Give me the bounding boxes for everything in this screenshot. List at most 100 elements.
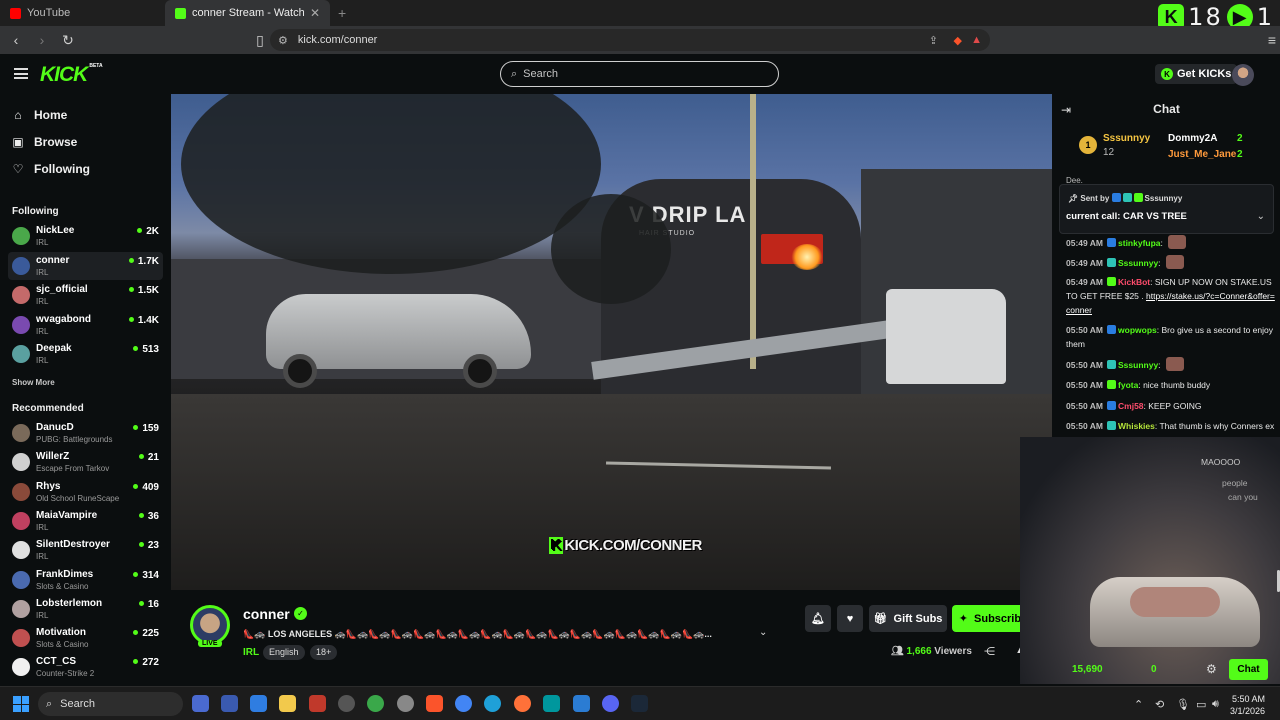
video-pole xyxy=(750,94,756,369)
sidebar-nav-following[interactable]: ♡ Following xyxy=(12,162,90,176)
widgets-icon[interactable] xyxy=(221,695,238,712)
taskbar-search[interactable]: ⌕ Search xyxy=(38,692,183,716)
video-tow-truck xyxy=(886,289,1006,384)
sidebar-channel-deepak[interactable]: Deepak IRL 513 xyxy=(8,340,163,368)
chat-username[interactable]: Whiskies xyxy=(1118,421,1155,431)
sidebar-channel-motivation[interactable]: Motivation Slots & Casino 225 xyxy=(8,624,163,652)
chat-username[interactable]: Sssunnyy xyxy=(1118,258,1158,268)
task-view-icon[interactable] xyxy=(192,695,209,712)
sidebar-channel-danucd[interactable]: DanucD PUBG: Battlegrounds 159 xyxy=(8,419,163,447)
new-tab-button[interactable]: + xyxy=(338,5,346,21)
steam-icon[interactable] xyxy=(631,695,648,712)
video-player[interactable]: V DRIP LA HAIR STUDIO KKICK.COM/CONNER xyxy=(171,94,1052,590)
gift-subs-button[interactable]: 🎁︎ Gift Subs xyxy=(869,605,947,632)
leaderboard-top-name[interactable]: Sssunnyy xyxy=(1103,133,1150,144)
share-icon[interactable]: ⇪ xyxy=(929,34,938,47)
chat-send-button[interactable]: Chat xyxy=(1229,659,1268,680)
address-bar[interactable]: ⚙ kick.com/conner ⇪ ◆ ▲ xyxy=(270,29,990,51)
reload-icon[interactable]: ↻ xyxy=(58,32,78,49)
chat-username[interactable]: wopwops xyxy=(1118,325,1157,335)
tag-language[interactable]: English xyxy=(263,645,305,660)
sidebar-nav-browse[interactable]: ▣ Browse xyxy=(12,135,77,149)
windows-start-icon[interactable] xyxy=(13,696,29,712)
chat-username[interactable]: KickBot xyxy=(1118,277,1150,287)
voice-app-icon[interactable] xyxy=(309,695,326,712)
back-icon[interactable]: ‹ xyxy=(6,32,26,48)
arduino-icon[interactable] xyxy=(543,695,560,712)
app-icon[interactable] xyxy=(338,695,355,712)
chevron-down-icon[interactable]: ⌄ xyxy=(1257,211,1265,222)
firefox-icon[interactable] xyxy=(514,695,531,712)
tray-app-icon[interactable]: ⟲ xyxy=(1155,698,1164,711)
video-tree xyxy=(551,194,671,304)
sidebar-channel-conner[interactable]: conner IRL 1.7K xyxy=(8,251,163,280)
vscode-icon[interactable] xyxy=(573,695,590,712)
get-kicks-button[interactable]: K Get KICKs xyxy=(1155,64,1238,84)
menu-icon[interactable]: ≡ xyxy=(1262,32,1280,48)
streamer-name[interactable]: conner xyxy=(243,606,290,622)
channel-viewers: 314 xyxy=(133,570,159,581)
chat-timestamp: 05:49 AM xyxy=(1066,277,1104,287)
sidebar-channel-frankdimes[interactable]: FrankDimes Slots & Casino 314 xyxy=(8,566,163,594)
get-kicks-label: Get KICKs xyxy=(1177,68,1232,80)
file-explorer-icon[interactable] xyxy=(279,695,296,712)
sidebar-channel-wvagabond[interactable]: wvagabond IRL 1.4K xyxy=(8,311,163,339)
app-icon[interactable] xyxy=(397,695,414,712)
follow-button[interactable]: ♥ xyxy=(837,605,863,632)
stream-category[interactable]: IRL xyxy=(243,647,259,658)
chat-username[interactable]: Cmj58 xyxy=(1118,401,1144,411)
share-icon[interactable]: ⋲ xyxy=(984,645,995,658)
chat-username[interactable]: stinkyfupa xyxy=(1118,238,1161,248)
streamer-avatar[interactable] xyxy=(190,605,230,645)
network-icon[interactable]: ▭ xyxy=(1196,698,1206,711)
leaderboard-entry-name[interactable]: Dommy2A xyxy=(1168,133,1217,144)
channel-category: IRL xyxy=(36,522,49,532)
tray-chevron-icon[interactable]: ⌃ xyxy=(1134,698,1143,711)
tab-youtube[interactable]: YouTube xyxy=(0,0,165,26)
bookmark-icon[interactable]: ▯ xyxy=(250,32,270,49)
chat-username[interactable]: Sssunnyy xyxy=(1118,360,1158,370)
tag-age[interactable]: 18+ xyxy=(310,645,338,660)
gift-icon: 🎁︎ xyxy=(873,613,888,625)
brave-rewards-icon[interactable]: ▲ xyxy=(971,34,982,46)
hamburger-menu-icon[interactable] xyxy=(14,68,28,79)
search-input[interactable]: ⌕ Search xyxy=(500,61,779,87)
sidebar-channel-cct_cs[interactable]: CCT_CS Counter-Strike 2 272 xyxy=(8,653,163,681)
app-icon[interactable] xyxy=(367,695,384,712)
channel-category: Old School RuneScape xyxy=(36,493,120,503)
microphone-icon[interactable]: 🎙︎ xyxy=(1176,698,1190,711)
edge-icon[interactable] xyxy=(484,695,501,712)
sidebar-channel-rhys[interactable]: Rhys Old School RuneScape 409 xyxy=(8,478,163,506)
app-icon[interactable] xyxy=(250,695,267,712)
discord-icon[interactable] xyxy=(602,695,619,712)
gear-icon[interactable]: ⚙ xyxy=(1206,662,1217,676)
sidebar-channel-nicklee[interactable]: NickLee IRL 2K xyxy=(8,222,163,250)
sidebar-nav-home[interactable]: ⌂ Home xyxy=(12,108,67,122)
show-more-link[interactable]: Show More xyxy=(12,378,55,387)
sidebar-channel-silentdestroyer[interactable]: SilentDestroyer IRL 23 xyxy=(8,536,163,564)
notification-bell-button[interactable]: 🔔︎ xyxy=(805,605,831,632)
site-info-icon[interactable]: ⚙ xyxy=(278,34,288,47)
user-badge-icon xyxy=(1107,277,1117,286)
pinned-message[interactable]: 📌︎ Sent by Sssunnyy current call: CAR VS… xyxy=(1059,184,1274,234)
sidebar-channel-maiavampire[interactable]: MaiaVampire IRL 36 xyxy=(8,507,163,535)
video-tree xyxy=(181,94,601,274)
taskbar-clock[interactable]: 5:50 AM 3/1/2026 xyxy=(1230,693,1265,717)
close-tab-icon[interactable]: ✕ xyxy=(310,6,320,20)
channel-viewers: 1.5K xyxy=(129,285,159,296)
brave-shield-icon[interactable]: ◆ xyxy=(954,34,962,47)
brave-icon[interactable] xyxy=(426,695,443,712)
kick-logo[interactable]: KICK BETA xyxy=(40,63,103,87)
chat-message: 05:49 AM Sssunnyy: xyxy=(1066,255,1276,270)
sidebar-channel-sjc_official[interactable]: sjc_official IRL 1.5K xyxy=(8,281,163,309)
leaderboard-entry-name[interactable]: Just_Me_Jane xyxy=(1168,149,1236,160)
user-avatar[interactable] xyxy=(1232,64,1254,86)
chat-username[interactable]: fyota xyxy=(1118,380,1138,390)
sidebar-channel-lobsterlemon[interactable]: Lobsterlemon IRL 16 xyxy=(8,595,163,623)
chevron-down-icon[interactable]: ⌄ xyxy=(759,627,767,638)
chrome-icon[interactable] xyxy=(455,695,472,712)
forward-icon[interactable]: › xyxy=(32,32,52,48)
sidebar-channel-willerz[interactable]: WillerZ Escape From Tarkov 21 xyxy=(8,448,163,476)
volume-icon[interactable]: 🔊︎ xyxy=(1212,698,1219,711)
tab-conner-stream[interactable]: conner Stream - Watch Live o ✕ xyxy=(165,0,330,26)
